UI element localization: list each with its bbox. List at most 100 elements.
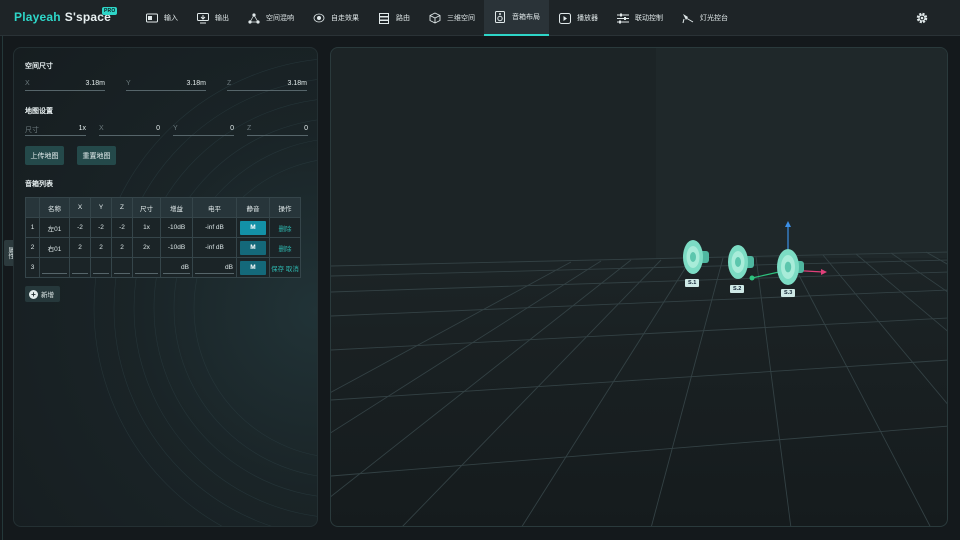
- row-action-cell: 保存 取消: [269, 257, 301, 278]
- row-size: 2x: [132, 237, 161, 258]
- row-mute-cell: M: [236, 217, 270, 238]
- auto-move-icon: [312, 12, 325, 25]
- header-x: X: [69, 197, 91, 218]
- delete-link[interactable]: 删除: [279, 246, 292, 253]
- mute-button[interactable]: M: [240, 260, 266, 275]
- reset-map-button[interactable]: 重置地图: [77, 146, 116, 165]
- space-x-field[interactable]: X 3.18m: [25, 80, 105, 91]
- row-action-cell: 删除: [269, 217, 301, 238]
- map-y-field[interactable]: Y 0: [173, 125, 234, 136]
- row-gain-cell: dB: [160, 257, 193, 278]
- nav-label: 灯光控台: [700, 15, 728, 22]
- mute-button[interactable]: M: [240, 220, 266, 235]
- nav-speaker-layout[interactable]: 音箱布局: [484, 0, 549, 36]
- speaker-table: 名称 X Y Z 尺寸 增益 电平 静音 操作 1 左01 -2 -2 -2 1…: [25, 197, 301, 278]
- table-row-new: 3 dB dB M 保存 取消: [25, 257, 301, 278]
- row-z: -2: [111, 217, 133, 238]
- nav-label: 输入: [164, 15, 178, 22]
- nav-lighting[interactable]: 灯光控台: [672, 0, 737, 36]
- mute-button[interactable]: M: [240, 240, 266, 255]
- row-z-cell: [111, 257, 133, 278]
- plus-icon: +: [29, 289, 38, 299]
- app-logo[interactable]: Playeah S'space PRO: [14, 7, 118, 24]
- pro-badge: PRO: [102, 7, 118, 15]
- row-name: 左01: [39, 217, 70, 238]
- table-header-row: 名称 X Y Z 尺寸 增益 电平 静音 操作: [25, 197, 301, 218]
- delete-link[interactable]: 删除: [279, 226, 292, 233]
- sliders-icon: [616, 12, 629, 25]
- row-x: 2: [69, 237, 91, 258]
- nav-player[interactable]: 播放器: [549, 0, 607, 36]
- upload-map-button[interactable]: 上传地图: [25, 146, 64, 165]
- add-label: 新增: [41, 292, 54, 299]
- row-name-cell: [39, 257, 70, 278]
- nav-input[interactable]: 输入: [136, 0, 187, 36]
- axis-z-handle: [749, 275, 755, 281]
- map-x-field[interactable]: X 0: [99, 125, 160, 136]
- light-icon: [681, 12, 694, 25]
- z-input[interactable]: [114, 262, 130, 274]
- speaker-label-s2: S.2: [730, 285, 745, 293]
- 3d-viewport[interactable]: S.1 S.2 S.3: [330, 47, 948, 527]
- nav-routing[interactable]: 路由: [368, 0, 419, 36]
- grid-floor: [331, 48, 947, 526]
- space-y-field[interactable]: Y 3.18m: [126, 80, 206, 91]
- nav-output[interactable]: 输出: [187, 0, 238, 36]
- field-label: Y: [126, 80, 131, 87]
- nav-reverb[interactable]: 空间混响: [238, 0, 303, 36]
- header-level: 电平: [192, 197, 237, 218]
- map-settings-title: 地图设置: [25, 108, 53, 115]
- field-label: X: [25, 80, 30, 87]
- nav-label: 播放器: [577, 15, 598, 22]
- row-x: -2: [69, 217, 91, 238]
- field-value: 3.18m: [186, 80, 206, 87]
- field-value: 0: [156, 125, 160, 132]
- nav-auto-move[interactable]: 自走效果: [303, 0, 368, 36]
- space-z-field[interactable]: Z 3.18m: [227, 80, 307, 91]
- field-label: Y: [173, 125, 178, 132]
- field-value: 0: [230, 125, 234, 132]
- top-bar: Playeah S'space PRO 输入 输出 空间混响 自走效果 路由 三…: [0, 0, 960, 36]
- save-link[interactable]: 保存: [271, 266, 284, 273]
- row-mute-cell: M: [236, 257, 270, 278]
- row-y: -2: [90, 217, 112, 238]
- y-input[interactable]: [93, 262, 109, 274]
- header-name: 名称: [39, 197, 70, 218]
- row-y: 2: [90, 237, 112, 258]
- play-icon: [558, 12, 571, 25]
- cancel-link[interactable]: 取消: [286, 266, 299, 273]
- row-level: -inf dB: [192, 217, 237, 238]
- main-nav: 输入 输出 空间混响 自走效果 路由 三维空间 音箱布局 播放器 联动控制 灯光…: [136, 0, 737, 36]
- row-y-cell: [90, 257, 112, 278]
- header-mute: 静音: [236, 197, 270, 218]
- add-speaker-button[interactable]: + 新增: [25, 286, 60, 302]
- header-gain: 增益: [160, 197, 193, 218]
- table-row: 1 左01 -2 -2 -2 1x -10dB -inf dB M 删除: [25, 217, 301, 238]
- grid-lines: [331, 251, 947, 526]
- map-size-field[interactable]: 尺寸 1x: [25, 125, 86, 136]
- gain-input[interactable]: dB: [163, 262, 190, 274]
- nav-linkage[interactable]: 联动控制: [607, 0, 672, 36]
- logo-main: Playeah: [14, 10, 61, 24]
- field-label: Z: [247, 125, 252, 132]
- speaker-label-s3: S.3: [781, 289, 796, 297]
- map-z-field[interactable]: Z 0: [247, 125, 308, 136]
- row-name: 右01: [39, 237, 70, 258]
- nav-3d-space[interactable]: 三维空间: [419, 0, 484, 36]
- level-input[interactable]: dB: [195, 262, 234, 274]
- row-level-cell: dB: [192, 257, 237, 278]
- left-edge-line: [2, 36, 3, 540]
- name-input[interactable]: [42, 262, 67, 274]
- row-index: 2: [25, 237, 40, 258]
- row-index: 3: [25, 257, 40, 278]
- output-icon: [196, 12, 209, 25]
- row-mute-cell: M: [236, 237, 270, 258]
- row-index: 1: [25, 217, 40, 238]
- field-value: 1x: [78, 125, 86, 132]
- settings-gear-icon[interactable]: [915, 11, 929, 25]
- nav-label: 空间混响: [266, 15, 294, 22]
- size-input[interactable]: [135, 262, 158, 274]
- back-wall: [656, 48, 947, 258]
- header-y: Y: [90, 197, 112, 218]
- x-input[interactable]: [72, 262, 88, 274]
